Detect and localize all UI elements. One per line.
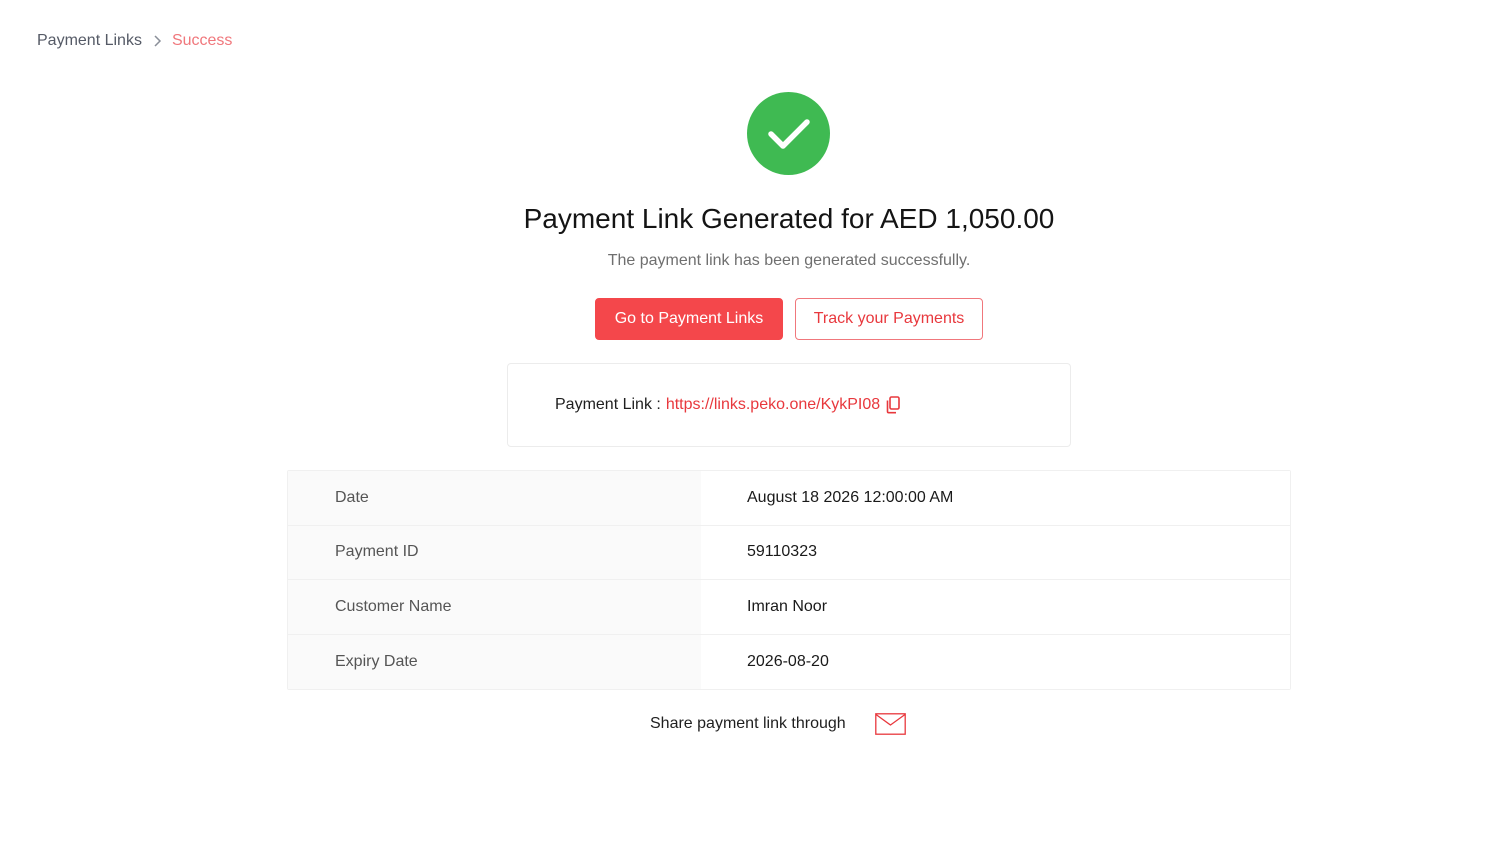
table-row: Customer Name Imran Noor [288, 580, 1290, 635]
table-row: Payment ID 59110323 [288, 525, 1290, 580]
copy-icon[interactable] [886, 396, 900, 414]
detail-label: Expiry Date [288, 634, 701, 689]
chevron-right-icon [152, 34, 162, 48]
table-row: Expiry Date 2026-08-20 [288, 634, 1290, 689]
action-buttons: Go to Payment Links Track your Payments [595, 298, 983, 340]
track-payments-button[interactable]: Track your Payments [795, 298, 983, 340]
breadcrumb-payment-links[interactable]: Payment Links [37, 32, 142, 50]
check-circle-icon [747, 92, 830, 175]
breadcrumb-current: Success [171, 32, 233, 49]
share-section: Share payment link through [650, 713, 906, 735]
success-page: Payment Links Success Payment Link Gener… [0, 0, 1500, 861]
page-title: Payment Link Generated for AED 1,050.00 [523, 203, 1055, 234]
page-subtitle: The payment link has been generated succ… [607, 252, 971, 269]
go-to-payment-links-button[interactable]: Go to Payment Links [595, 298, 783, 340]
payment-details-table: Date August 18 2026 12:00:00 AM Payment … [287, 470, 1291, 690]
detail-value: 2026-08-20 [701, 634, 1290, 689]
payment-link-url[interactable]: https://links.peko.one/KykPI08 [666, 396, 880, 414]
detail-label: Payment ID [288, 525, 701, 579]
payment-link-label: Payment Link : [555, 396, 661, 413]
payment-link-card: Payment Link : https://links.peko.one/Ky… [507, 363, 1071, 447]
detail-value: Imran Noor [701, 580, 1290, 634]
detail-label: Customer Name [288, 580, 701, 634]
detail-value: August 18 2026 12:00:00 AM [701, 471, 1290, 525]
detail-label: Date [288, 471, 701, 525]
share-label: Share payment link through [650, 715, 846, 732]
table-row: Date August 18 2026 12:00:00 AM [288, 471, 1290, 526]
detail-value: 59110323 [701, 525, 1290, 579]
breadcrumb: Payment Links Success [37, 32, 232, 50]
mail-icon[interactable] [874, 713, 906, 735]
